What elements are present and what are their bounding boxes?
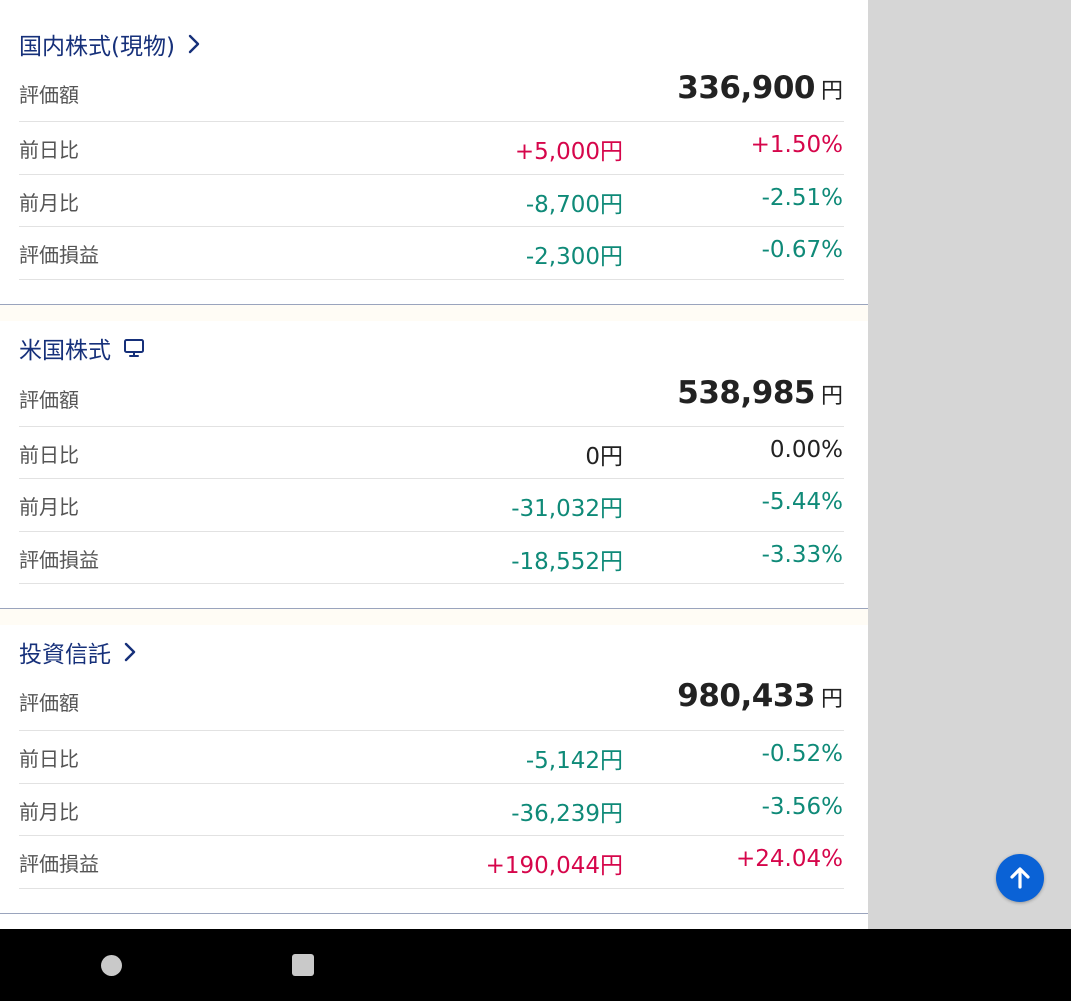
row-percent: -2.51% [761, 185, 843, 211]
row-amount: -2,300円 [525, 244, 623, 270]
square-recents-icon[interactable] [292, 954, 314, 976]
row-day-change: 前日比 -5,142円 -0.52% [0, 731, 868, 783]
system-navigation-bar [0, 929, 1071, 1001]
row-amount: -8,700円 [525, 192, 623, 218]
row-day-change: 前日比 0円 0.00% [0, 427, 868, 479]
row-label: 前月比 [19, 495, 79, 519]
chevron-right-icon [123, 641, 137, 663]
row-label: 評価損益 [19, 548, 99, 572]
section-title-link[interactable]: 投資信託 [19, 635, 137, 669]
portfolio-panel: 国内株式(現物) 評価額 336,900 円 前日比 +5,000円 +1.50… [0, 0, 868, 929]
row-percent: +24.04% [736, 846, 843, 872]
row-amount: -18,552円 [511, 549, 623, 575]
section-title-link[interactable]: 国内株式(現物) [19, 27, 201, 61]
row-amount: 0円 [585, 444, 623, 470]
row-label: 前月比 [19, 191, 79, 215]
valuation-value: 336,900 [677, 70, 815, 106]
valuation-label: 評価額 [19, 388, 79, 412]
divider [19, 888, 844, 889]
row-amount: +5,000円 [514, 139, 623, 165]
section-header-tint [0, 305, 868, 321]
valuation-label: 評価額 [19, 691, 79, 715]
row-amount: +190,044円 [485, 853, 623, 879]
row-label: 前月比 [19, 800, 79, 824]
arrow-up-icon [1006, 864, 1034, 892]
row-month-change: 前月比 -31,032円 -5.44% [0, 479, 868, 531]
row-day-change: 前日比 +5,000円 +1.50% [0, 122, 868, 174]
monitor-icon [123, 338, 145, 358]
row-label: 評価損益 [19, 852, 99, 876]
row-unrealized-pl: 評価損益 +190,044円 +24.04% [0, 836, 868, 888]
row-month-change: 前月比 -8,700円 -2.51% [0, 175, 868, 227]
circle-home-icon[interactable] [101, 955, 122, 976]
row-label: 前日比 [19, 138, 79, 162]
scroll-to-top-button[interactable] [996, 854, 1044, 902]
section-title: 米国株式 [19, 338, 111, 364]
row-amount: -5,142円 [525, 748, 623, 774]
section-us-stocks: 米国株式 評価額 538,985 円 前日比 0円 0.00% 前月比 -31,… [0, 305, 868, 609]
valuation-value: 980,433 [677, 678, 815, 714]
currency-unit: 円 [820, 79, 843, 104]
row-percent: -5.44% [761, 489, 843, 515]
section-domestic-stocks: 国内株式(現物) 評価額 336,900 円 前日比 +5,000円 +1.50… [0, 0, 868, 305]
divider [19, 279, 844, 280]
row-amount: -31,032円 [511, 496, 623, 522]
valuation-label: 評価額 [19, 83, 79, 107]
valuation-total: 336,900 円 [677, 70, 843, 106]
valuation-value: 538,985 [677, 375, 815, 411]
row-percent: -3.33% [761, 542, 843, 568]
section-title: 投資信託 [19, 642, 111, 668]
valuation-total: 538,985 円 [677, 375, 843, 411]
currency-unit: 円 [820, 384, 843, 409]
currency-unit: 円 [820, 687, 843, 712]
row-unrealized-pl: 評価損益 -2,300円 -0.67% [0, 227, 868, 279]
section-divider [0, 913, 868, 914]
row-unrealized-pl: 評価損益 -18,552円 -3.33% [0, 532, 868, 584]
row-percent: 0.00% [769, 437, 843, 463]
section-header-tint [0, 609, 868, 625]
divider [19, 583, 844, 584]
section-title-link[interactable]: 米国株式 [19, 331, 145, 365]
chevron-right-icon [187, 33, 201, 55]
row-label: 評価損益 [19, 243, 99, 267]
row-percent: -0.67% [761, 237, 843, 263]
side-gutter [868, 0, 1071, 929]
section-title: 国内株式(現物) [19, 34, 175, 60]
row-percent: -0.52% [761, 741, 843, 767]
valuation-total: 980,433 円 [677, 678, 843, 714]
row-percent: +1.50% [750, 132, 843, 158]
row-label: 前日比 [19, 747, 79, 771]
section-mutual-funds: 投資信託 評価額 980,433 円 前日比 -5,142円 -0.52% 前月… [0, 609, 868, 914]
row-percent: -3.56% [761, 794, 843, 820]
row-month-change: 前月比 -36,239円 -3.56% [0, 784, 868, 836]
row-label: 前日比 [19, 443, 79, 467]
row-amount: -36,239円 [511, 801, 623, 827]
